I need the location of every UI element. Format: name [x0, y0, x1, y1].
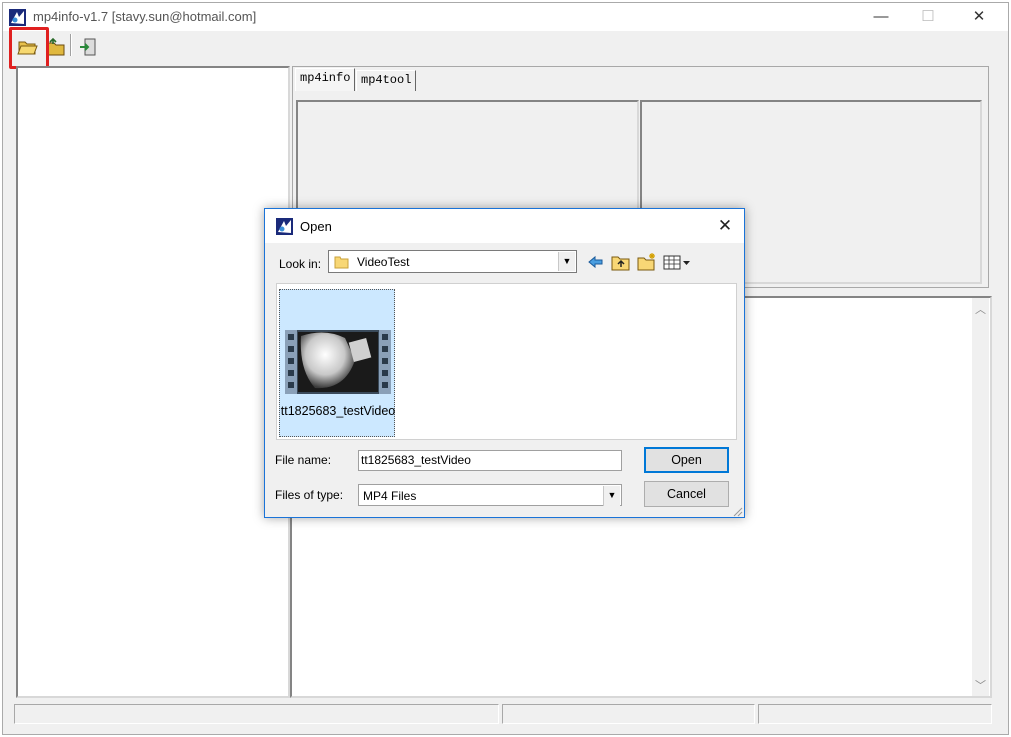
list-item[interactable]: tt1825683_testVideo [279, 289, 395, 437]
chevron-down-icon[interactable]: ▼ [603, 486, 620, 506]
scroll-up-icon[interactable]: ︿ [972, 302, 989, 319]
look-in-label: Look in: [279, 257, 322, 271]
folder-icon [334, 256, 349, 269]
minimize-button[interactable]: — [858, 3, 904, 31]
open-dialog: Open ✕ Look in: VideoTest ▼ tt1825683_te… [264, 208, 745, 518]
scroll-down-icon[interactable]: ﹀ [972, 678, 989, 695]
dialog-close-button[interactable]: ✕ [710, 213, 740, 239]
up-folder-icon[interactable] [610, 252, 632, 272]
status-cell-3 [758, 704, 992, 724]
dialog-title-bar [265, 209, 744, 243]
tab-mp4tool[interactable]: mp4tool [356, 70, 417, 91]
toolbar-separator [70, 34, 71, 56]
dialog-title: Open [300, 219, 332, 234]
cancel-button[interactable]: Cancel [644, 481, 729, 507]
file-list[interactable]: tt1825683_testVideo [276, 283, 737, 440]
files-of-type-label: Files of type: [275, 488, 344, 502]
files-of-type-value: MP4 Files [363, 489, 417, 503]
look-in-combo[interactable]: VideoTest ▼ [328, 250, 577, 273]
look-in-value: VideoTest [357, 255, 410, 269]
app-icon [9, 9, 26, 26]
status-cell-2 [502, 704, 755, 724]
file-name-input[interactable]: tt1825683_testVideo [358, 450, 622, 471]
tab-mp4info[interactable]: mp4info [295, 68, 356, 91]
file-name-field-label: File name: [275, 453, 332, 467]
open-button[interactable]: Open [644, 447, 729, 473]
view-menu-icon[interactable] [662, 252, 694, 272]
files-of-type-combo[interactable]: MP4 Files ▼ [358, 484, 622, 506]
dialog-app-icon [276, 218, 293, 235]
window-title: mp4info-v1.7 [stavy.sun@hotmail.com] [33, 9, 257, 24]
new-folder-icon[interactable] [636, 252, 658, 272]
status-cell-1 [14, 704, 499, 724]
highlight-box [9, 27, 49, 69]
video-thumbnail-icon [285, 330, 391, 394]
tree-pane[interactable] [16, 66, 290, 698]
chevron-down-icon[interactable]: ▼ [558, 252, 575, 271]
resize-grip-icon[interactable] [731, 505, 743, 517]
maximize-button[interactable]: ☐ [905, 3, 951, 31]
exit-icon[interactable] [77, 36, 99, 58]
title-bar: mp4info-v1.7 [stavy.sun@hotmail.com] — ☐… [3, 3, 1008, 31]
vertical-scrollbar[interactable] [972, 298, 989, 696]
close-button[interactable]: ✕ [956, 3, 1002, 31]
file-name-label: tt1825683_testVideo [280, 404, 396, 418]
back-arrow-icon[interactable] [585, 252, 607, 272]
